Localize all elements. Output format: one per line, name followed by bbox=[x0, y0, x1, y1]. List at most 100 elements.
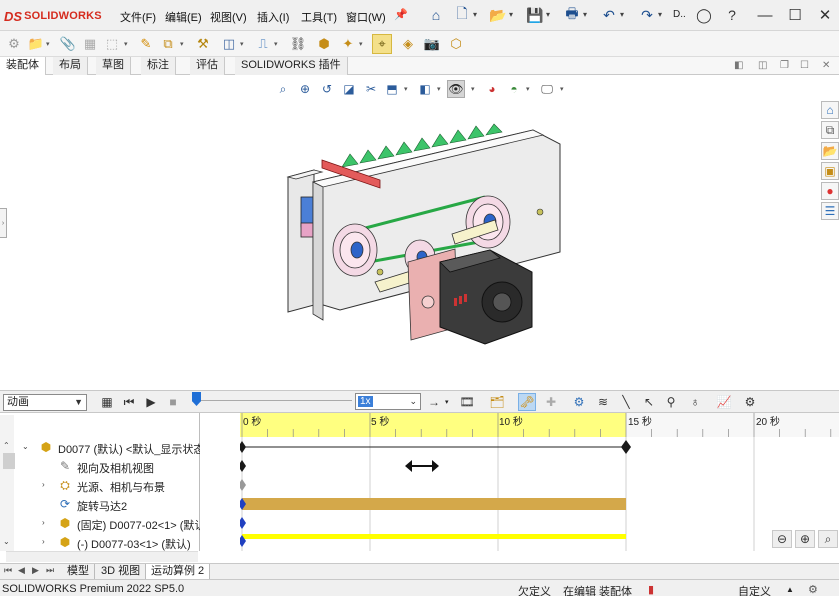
close-icon[interactable]: ✕ bbox=[814, 4, 836, 26]
expand-icon[interactable]: › bbox=[42, 480, 45, 489]
view-settings-icon[interactable]: 🖵 bbox=[538, 80, 556, 98]
chevron-down-icon[interactable]: ▾ bbox=[658, 10, 662, 19]
large-assembly-icon[interactable]: ⬡ bbox=[446, 34, 466, 54]
camera-icon[interactable]: 📷 bbox=[422, 34, 442, 54]
bill-of-materials-icon[interactable]: ⛓ bbox=[288, 34, 308, 54]
expand-icon[interactable]: › bbox=[42, 537, 45, 546]
chevron-down-icon[interactable]: ▾ bbox=[471, 85, 475, 93]
contact-icon[interactable]: ⚲ bbox=[662, 393, 680, 411]
insert-components-icon[interactable]: ⚙ bbox=[4, 34, 24, 54]
assembly-model-view[interactable] bbox=[280, 122, 570, 357]
zoom-out-icon[interactable]: ⊖ bbox=[772, 530, 792, 548]
tab-markup[interactable]: 标注 bbox=[141, 57, 176, 75]
tree-row-rotary-motor[interactable]: ⟳ 旋转马达2 bbox=[0, 495, 200, 514]
menu-tools[interactable]: 工具(T) bbox=[301, 9, 337, 25]
chevron-down-icon[interactable]: ▾ bbox=[437, 85, 441, 93]
dynamic-annotation-icon[interactable]: ✂ bbox=[362, 80, 380, 98]
spring-icon[interactable]: ≋ bbox=[594, 393, 612, 411]
custom-properties-icon[interactable]: ☰ bbox=[821, 202, 839, 220]
smart-fasteners-icon[interactable]: ⬚ bbox=[102, 34, 122, 54]
chevron-down-icon[interactable]: ▾ bbox=[274, 40, 278, 48]
chevron-down-icon[interactable]: ▾ bbox=[583, 10, 587, 19]
playback-speed-select[interactable]: 1x ⌄ bbox=[355, 393, 421, 410]
chevron-down-icon[interactable]: ▾ bbox=[560, 85, 564, 93]
zoom-in-icon[interactable]: ⊕ bbox=[795, 530, 815, 548]
mate-icon[interactable]: 📎 bbox=[58, 34, 78, 54]
new-motion-study-icon[interactable]: ⎍ bbox=[253, 34, 273, 54]
solidworks-resources-icon[interactable]: ⌂ bbox=[821, 101, 839, 119]
save-icon[interactable]: 💾 bbox=[525, 5, 545, 25]
edit-appearance-icon[interactable]: ◕ bbox=[483, 80, 501, 98]
play-from-start-icon[interactable]: ⏮ bbox=[120, 393, 138, 411]
chevron-down-icon[interactable]: ▾ bbox=[124, 40, 128, 48]
feature-manager-toggle[interactable]: › bbox=[0, 208, 7, 238]
tab-first-icon[interactable]: ⏮ bbox=[4, 565, 12, 576]
tab-model[interactable]: 模型 bbox=[62, 564, 95, 579]
chevron-down-icon[interactable]: ▾ bbox=[359, 40, 363, 48]
redo-icon[interactable]: ↷ bbox=[637, 5, 657, 25]
linear-pattern-icon[interactable]: ▦ bbox=[80, 34, 100, 54]
tree-row-assembly[interactable]: ⌄ ⬢ D0077 (默认) <默认_显示状态 bbox=[0, 438, 200, 457]
menu-window[interactable]: 窗口(W) bbox=[346, 9, 386, 25]
keyframe[interactable] bbox=[240, 479, 246, 491]
view-palette-icon[interactable]: ▣ bbox=[821, 162, 839, 180]
timeline[interactable]: 0 秒 5 秒 10 秒 15 秒 20 秒 bbox=[240, 413, 839, 551]
chevron-down-icon[interactable]: ▾ bbox=[526, 85, 530, 93]
tree-row-lights[interactable]: › ⛭ 光源、相机与布景 bbox=[0, 476, 200, 495]
open-folder-icon[interactable]: 📂 bbox=[488, 5, 508, 25]
file-explorer-icon[interactable]: 📂 bbox=[821, 142, 839, 160]
tree-row-view-camera[interactable]: ✎ 视向及相机视图 bbox=[0, 457, 200, 476]
instant3d-icon[interactable]: ✦ bbox=[338, 34, 358, 54]
panel-toggle-icon[interactable]: ◧ bbox=[734, 60, 743, 71]
show-hidden-icon[interactable]: ⧉ bbox=[158, 34, 178, 54]
zoom-to-fit-icon[interactable]: ⌕ bbox=[818, 530, 838, 548]
tab-evaluate[interactable]: 评估 bbox=[190, 57, 225, 75]
menu-insert[interactable]: 插入(I) bbox=[257, 9, 289, 25]
damper-icon[interactable]: ╲ bbox=[617, 393, 635, 411]
move-component-icon[interactable]: ✎ bbox=[136, 34, 156, 54]
tab-last-icon[interactable]: ⏭ bbox=[46, 565, 54, 576]
motor-icon[interactable]: ⚙ bbox=[570, 393, 588, 411]
new-document-icon[interactable]: 🗋 bbox=[452, 5, 472, 25]
rebuild-indicator-icon[interactable]: ▮ bbox=[648, 583, 654, 596]
chevron-down-icon[interactable]: ▾ bbox=[445, 398, 449, 406]
autokey-icon[interactable]: 🗝 bbox=[518, 393, 536, 411]
study-type-select[interactable]: 动画 ▼ bbox=[3, 394, 87, 411]
tree-row-part-02[interactable]: › ⬢ (固定) D0077-02<1> (默认 bbox=[0, 514, 200, 533]
maximize-icon[interactable]: ☐ bbox=[800, 60, 809, 71]
part-motion-bar[interactable] bbox=[242, 534, 626, 539]
chevron-down-icon[interactable]: ▾ bbox=[546, 10, 550, 19]
tab-next-icon[interactable]: ▶ bbox=[32, 565, 39, 576]
force-icon[interactable]: ↖ bbox=[640, 393, 658, 411]
playback-slider-track[interactable] bbox=[196, 400, 352, 401]
tab-solidworks-addins[interactable]: SOLIDWORKS 插件 bbox=[235, 57, 348, 75]
minimize-icon[interactable]: — bbox=[754, 4, 776, 26]
new-part-icon[interactable]: 📁 bbox=[26, 34, 46, 54]
panel-split-icon[interactable]: ◫ bbox=[758, 60, 767, 71]
play-icon[interactable]: ▶ bbox=[142, 393, 160, 411]
section-view-icon[interactable]: ◪ bbox=[340, 80, 358, 98]
view-orientation-icon[interactable]: ⬒ bbox=[383, 80, 401, 98]
undo-icon[interactable]: ↶ bbox=[599, 5, 619, 25]
assembly-features-icon[interactable]: ⚒ bbox=[193, 34, 213, 54]
tree-row-part-03[interactable]: › ⬢ (-) D0077-03<1> (默认) bbox=[0, 533, 200, 552]
tab-sketch[interactable]: 草图 bbox=[96, 57, 131, 75]
animation-wizard-icon[interactable]: 🗂 bbox=[488, 393, 506, 411]
chevron-down-icon[interactable]: ▾ bbox=[46, 40, 50, 48]
tab-assembly[interactable]: 装配体 bbox=[0, 57, 46, 75]
gravity-icon[interactable]: ♁ bbox=[686, 393, 704, 411]
tab-3d-views[interactable]: 3D 视图 bbox=[96, 564, 147, 579]
reference-geometry-icon[interactable]: ◫ bbox=[219, 34, 239, 54]
chevron-down-icon[interactable]: ▾ bbox=[180, 40, 184, 48]
print-icon[interactable]: 🖶 bbox=[562, 5, 582, 25]
user-account-icon[interactable]: ◯ bbox=[694, 5, 714, 25]
chevron-down-icon[interactable]: ▾ bbox=[404, 85, 408, 93]
chevron-down-icon[interactable]: ▾ bbox=[509, 10, 513, 19]
chevron-down-icon[interactable]: ▾ bbox=[620, 10, 624, 19]
chevron-down-icon[interactable]: ▾ bbox=[473, 10, 477, 19]
add-update-key-icon[interactable]: ✚ bbox=[542, 393, 560, 411]
keyframe[interactable] bbox=[240, 517, 246, 529]
menu-view[interactable]: 视图(V) bbox=[210, 9, 247, 25]
take-snapshot-icon[interactable]: ◈ bbox=[398, 34, 418, 54]
collapse-icon[interactable]: ⌄ bbox=[22, 442, 29, 451]
